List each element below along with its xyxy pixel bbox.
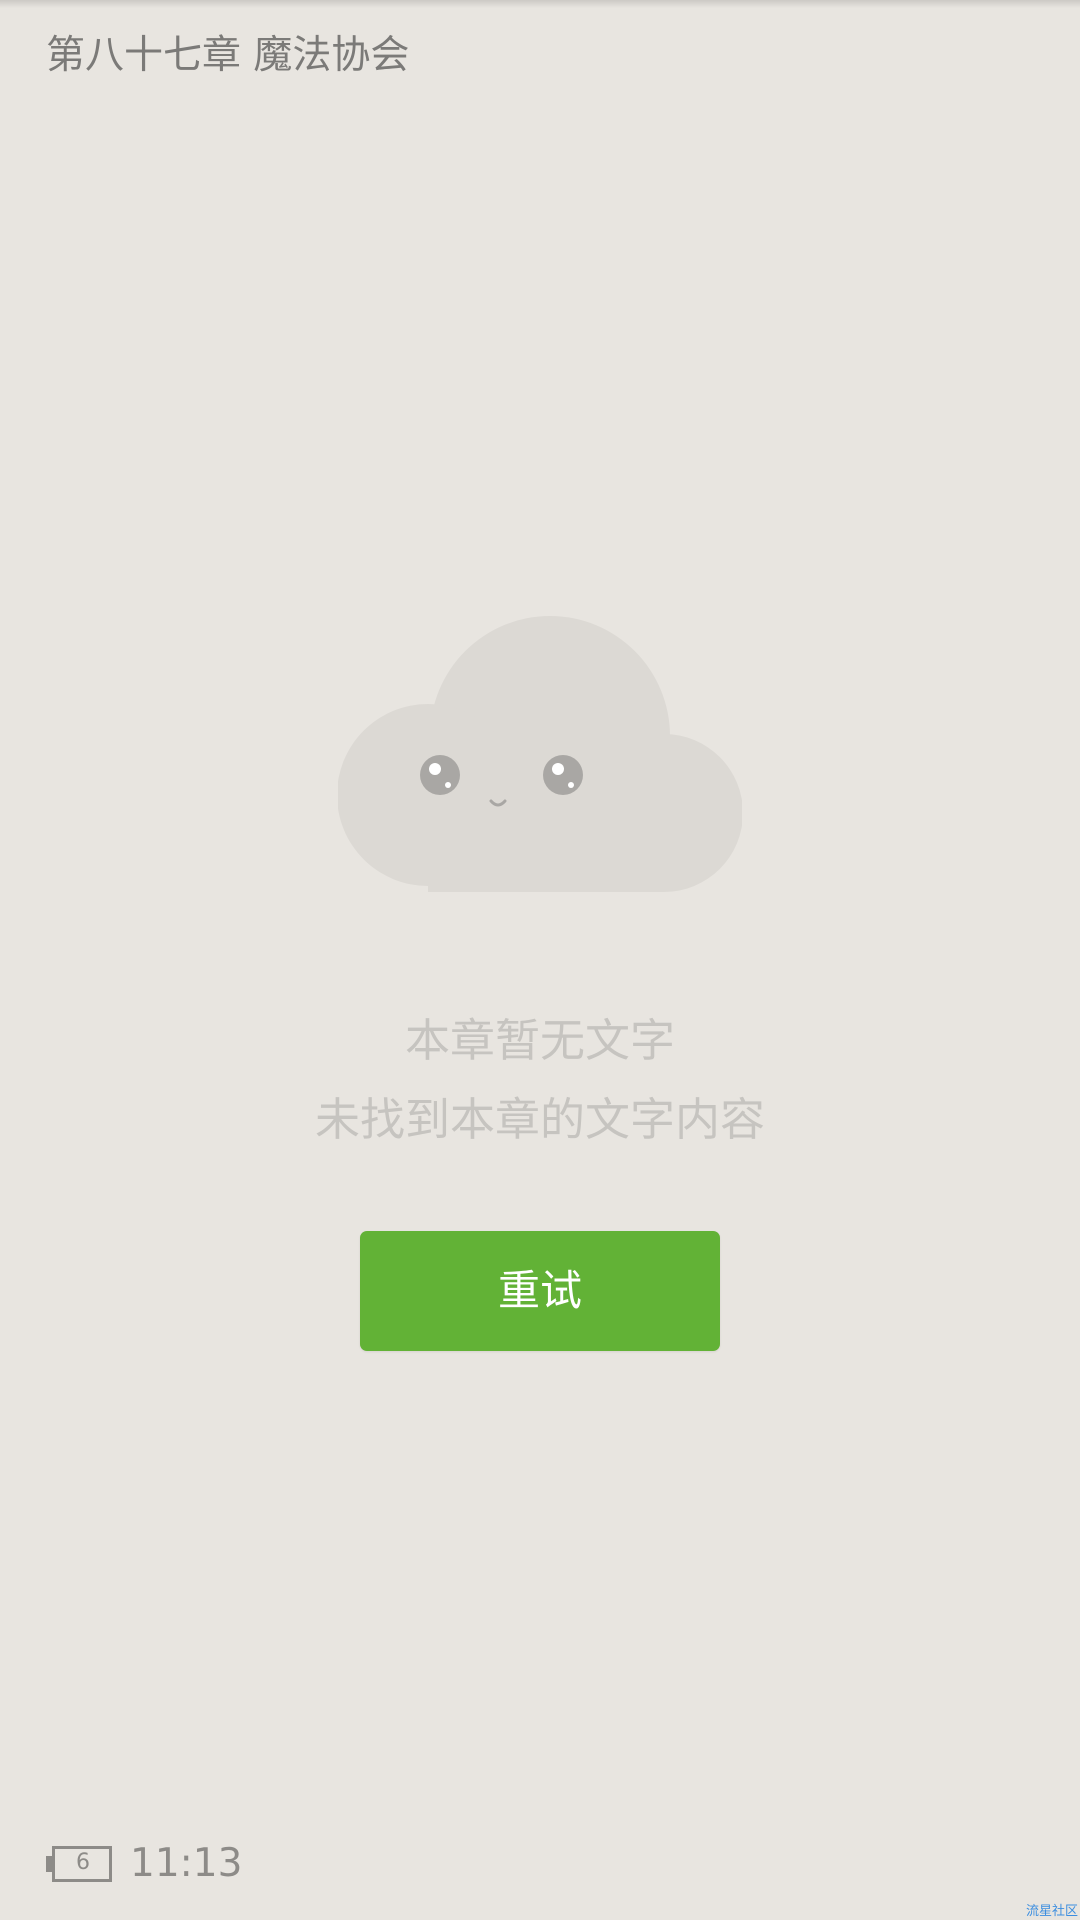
retry-button[interactable]: 重试 [360,1231,720,1351]
smiling-cloud-icon [338,616,742,892]
clock: 11:13 [130,1841,243,1886]
empty-illustration [338,616,742,892]
battery-level: 6 [76,1850,90,1875]
top-shadow [0,0,1080,8]
chapter-title: 第八十七章 魔法协会 [46,33,410,78]
watermark: 流星社区 [1025,1904,1078,1919]
empty-title: 本章暂无文字 [404,1014,675,1067]
empty-description: 未找到本章的文字内容 [314,1093,765,1146]
